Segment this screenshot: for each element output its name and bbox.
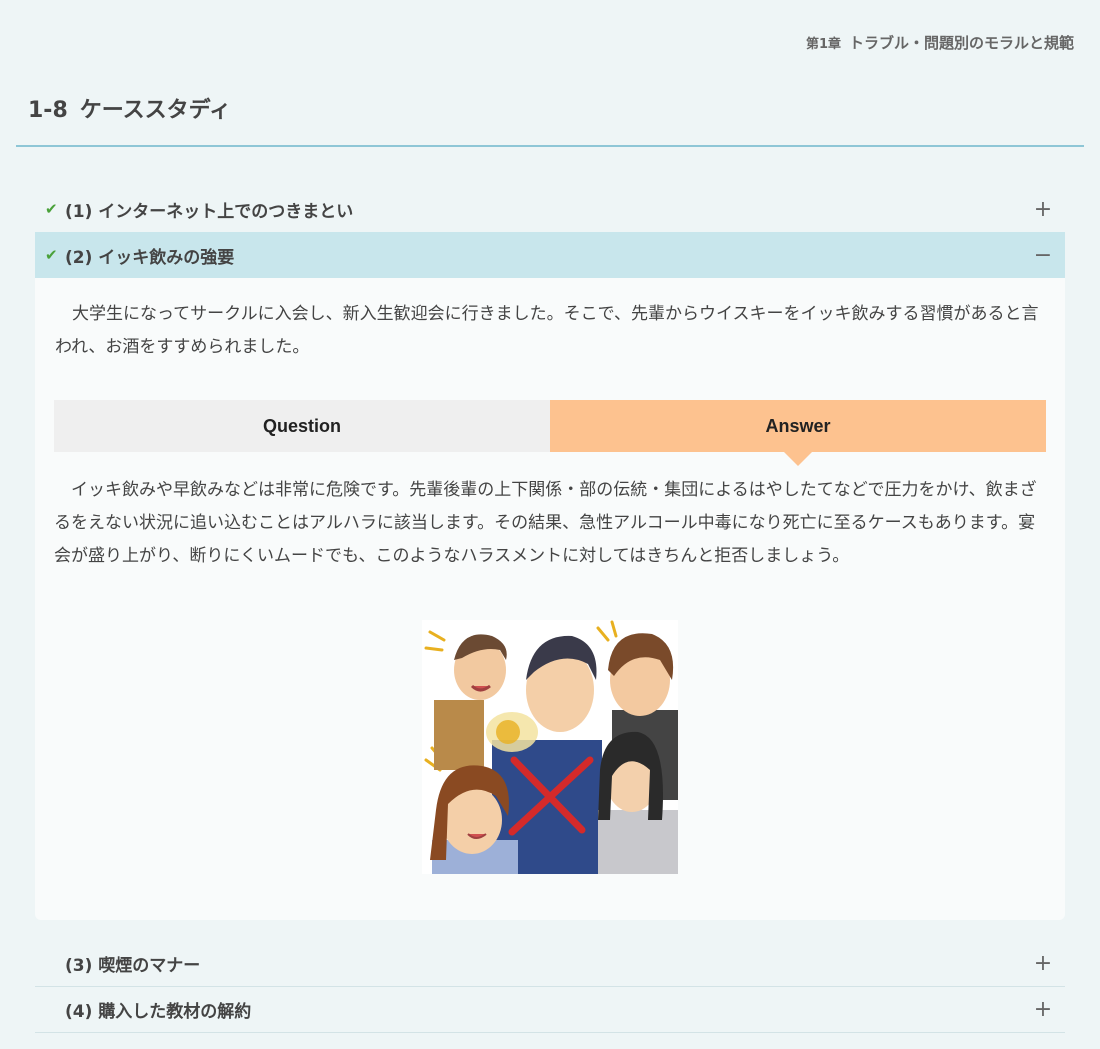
accordion-header-1[interactable]: ✔ (1) インターネット上でのつきまとい +	[35, 186, 1065, 232]
checkmark-icon: ✔	[45, 246, 58, 264]
expand-plus-icon[interactable]: +	[1033, 997, 1053, 1022]
case-question-text: 大学生になってサークルに入会し、新入生歓迎会に行きました。そこで、先輩からウイス…	[55, 304, 1039, 357]
qa-tabs: Question Answer	[54, 400, 1046, 466]
accordion-header-3[interactable]: (3) 喫煙のマナー +	[35, 941, 1065, 987]
accordion-item-2: ✔ (2) イッキ飲みの強要 − 大学生になってサークルに入会し、新入生歓迎会に…	[35, 232, 1065, 920]
chapter-number: 第1章	[805, 37, 841, 52]
expand-plus-icon[interactable]: +	[1033, 197, 1053, 222]
accordion-item-1: ✔ (1) インターネット上でのつきまとい +	[35, 186, 1065, 232]
chapter-title: トラブル・問題別のモラルと規範	[848, 34, 1074, 52]
tab-answer[interactable]: Answer	[550, 400, 1046, 466]
chapter-heading: 第1章 トラブル・問題別のモラルと規範	[806, 32, 1074, 53]
accordion-label-3: (3) 喫煙のマナー	[65, 956, 201, 976]
accordion-label-1: (1) インターネット上でのつきまとい	[65, 201, 354, 222]
accordion-label-4: (4) 購入した教材の解約	[65, 1002, 252, 1022]
expand-plus-icon[interactable]: +	[1033, 951, 1053, 976]
section-number: 1-8	[28, 98, 68, 123]
accordion-label-2: (2) イッキ飲みの強要	[65, 247, 235, 268]
title-divider	[16, 145, 1084, 147]
drinking-harassment-illustration	[422, 620, 678, 874]
accordion-header-2[interactable]: ✔ (2) イッキ飲みの強要 −	[35, 232, 1065, 278]
accordion-header-4[interactable]: (4) 購入した教材の解約 +	[35, 987, 1065, 1033]
collapse-minus-icon[interactable]: −	[1033, 243, 1053, 268]
section-title: ケーススタディ	[79, 98, 232, 123]
page-title: 1-8 ケーススタディ	[28, 92, 231, 124]
accordion-item-4: (4) 購入した教材の解約 +	[35, 987, 1065, 1033]
accordion-panel-2: 大学生になってサークルに入会し、新入生歓迎会に行きました。そこで、先輩からウイス…	[35, 278, 1065, 920]
tab-question[interactable]: Question	[54, 400, 550, 452]
accordion-item-3: (3) 喫煙のマナー +	[35, 941, 1065, 987]
case-answer-text: イッキ飲みや早飲みなどは非常に危険です。先輩後輩の上下関係・部の伝統・集団による…	[54, 480, 1037, 566]
checkmark-icon: ✔	[45, 200, 58, 218]
